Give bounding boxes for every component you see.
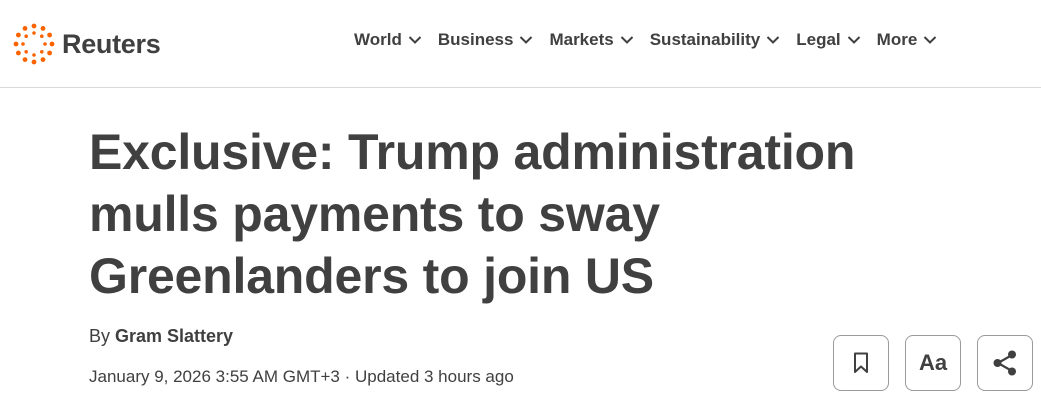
text-size-icon: Aa	[918, 350, 948, 375]
share-button[interactable]	[977, 335, 1033, 391]
main-nav: World Business Markets Sustainability Le…	[354, 30, 953, 50]
nav-item-label: World	[354, 30, 402, 49]
chevron-down-icon	[767, 36, 780, 44]
nav-item-label: Sustainability	[649, 30, 761, 49]
nav-item-business[interactable]: Business	[438, 30, 534, 50]
byline-prefix: By	[89, 326, 116, 346]
byline: By Gram Slattery	[89, 326, 233, 347]
chevron-down-icon	[620, 36, 633, 44]
bookmark-icon	[854, 352, 868, 373]
text-size-button[interactable]: Aa	[905, 335, 961, 391]
logo-wordmark: Reuters	[62, 28, 161, 59]
nav-item-label: Business	[437, 30, 514, 49]
article-headline: Exclusive: Trump administration mulls pa…	[89, 124, 856, 304]
nav-item-legal[interactable]: Legal	[796, 30, 860, 50]
chevron-down-icon	[924, 36, 937, 44]
author-link[interactable]: Gram Slattery	[115, 326, 233, 346]
dateline: January 9, 2026 3:55 AM GMT+3 · Updated …	[89, 367, 514, 386]
nav-item-label: Legal	[796, 30, 841, 49]
chevron-down-icon	[520, 36, 533, 44]
chevron-down-icon	[408, 36, 422, 44]
nav-item-label: Markets	[549, 30, 614, 49]
share-icon	[993, 350, 1016, 376]
nav-item-more[interactable]: More	[877, 30, 938, 50]
bookmark-button[interactable]	[833, 335, 889, 391]
site-header: Reuters World Business Markets Sustainab…	[0, 0, 1041, 88]
nav-item-sustainability[interactable]: Sustainability	[650, 30, 781, 50]
nav-item-label: More	[876, 30, 918, 49]
nav-item-world[interactable]: World	[354, 30, 422, 50]
chevron-down-icon	[847, 36, 860, 44]
reuters-logo-icon	[13, 23, 55, 65]
nav-item-markets[interactable]: Markets	[549, 30, 633, 50]
reuters-logo[interactable]: Reuters	[12, 22, 161, 66]
